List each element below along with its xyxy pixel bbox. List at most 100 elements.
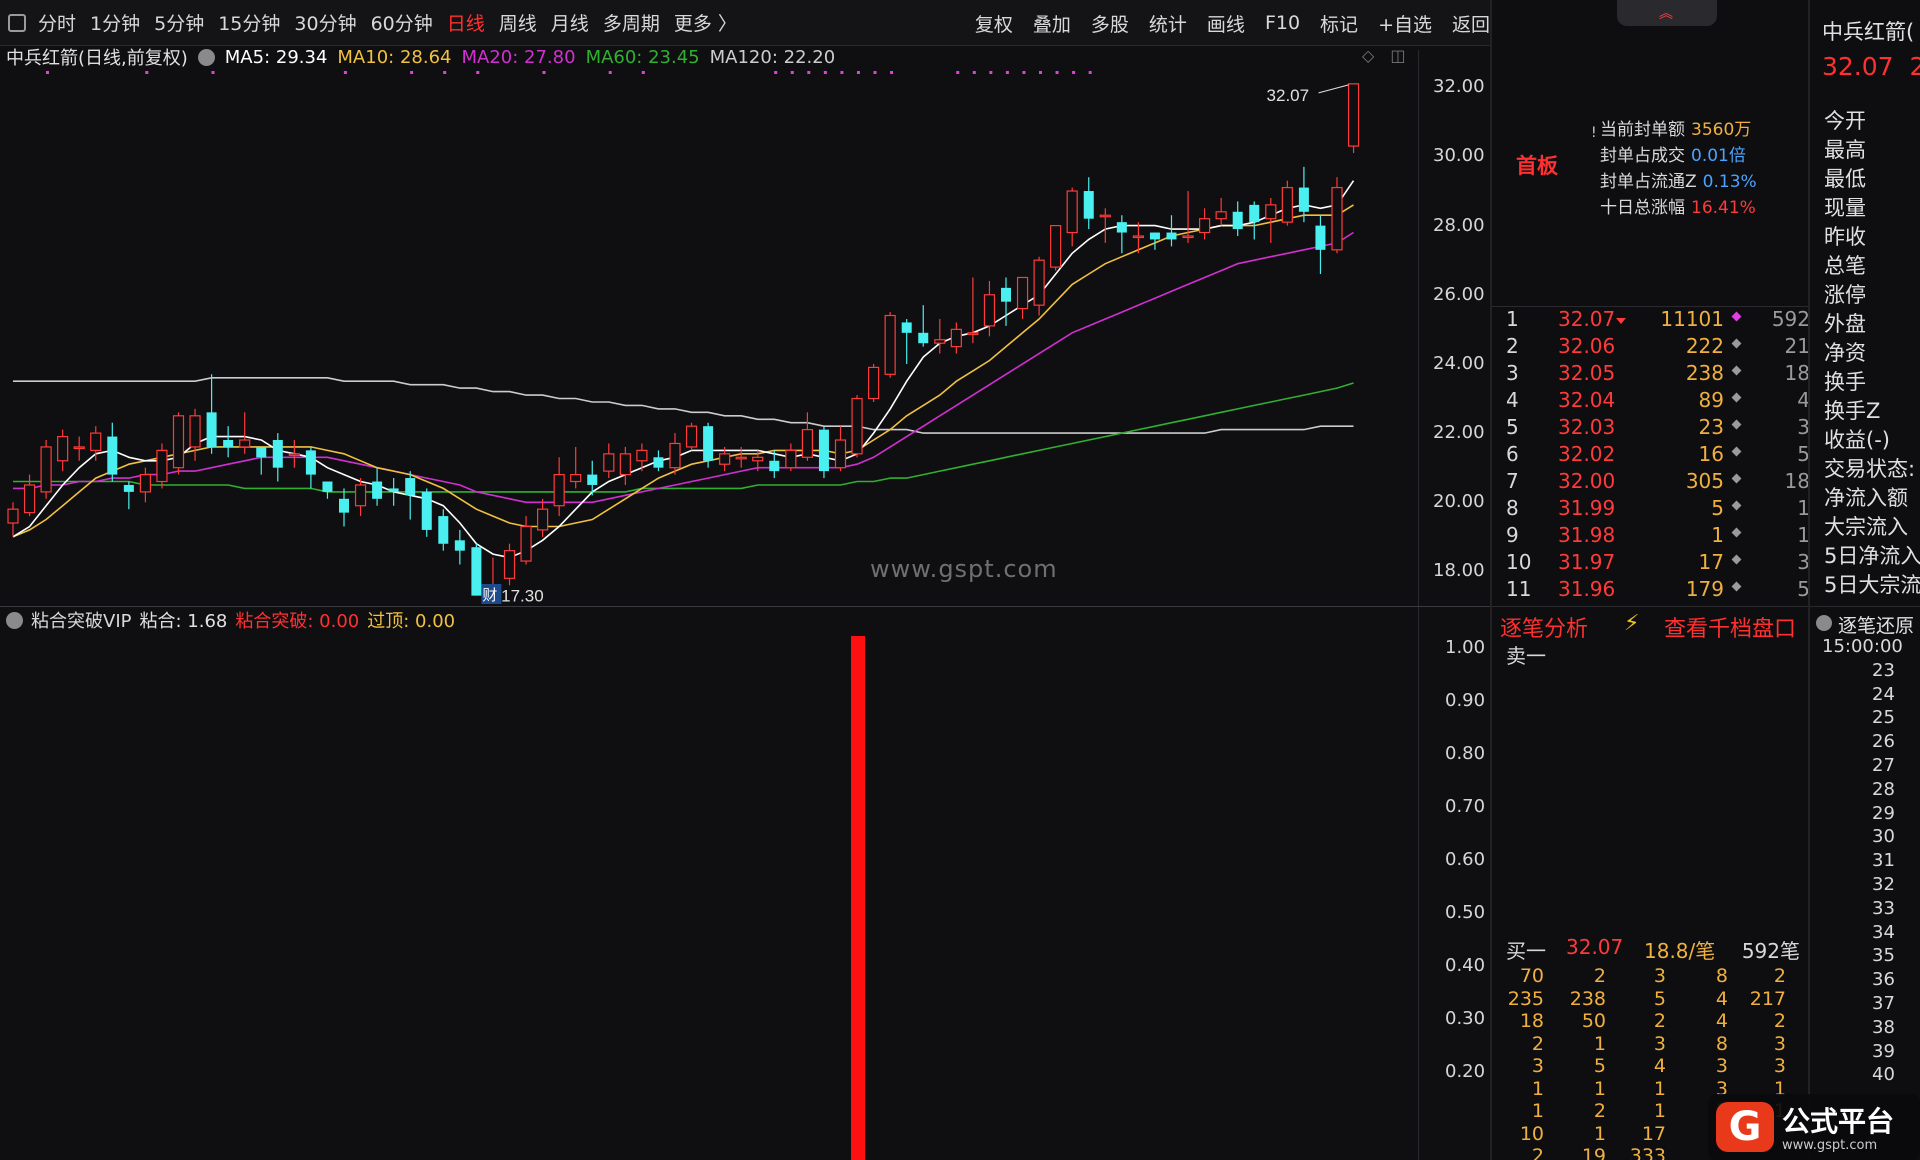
tab-period-1min[interactable]: 1分钟 [90, 9, 140, 36]
tick-restore-toggle-icon[interactable] [1816, 615, 1832, 631]
diamond-icon[interactable]: ◇ [1362, 46, 1374, 65]
candle-body [189, 415, 201, 448]
seal-amount-label: 当前封单额 [1600, 120, 1685, 140]
candle-body [801, 429, 814, 458]
book-count: 18 [1784, 469, 1810, 493]
order-book-row[interactable]: 7 32.00 305 18 [1492, 469, 1810, 496]
order-book-row[interactable]: 2 32.06 222 21 [1492, 334, 1810, 361]
adjust-button[interactable]: 复权 [975, 10, 1013, 37]
candle-body [918, 332, 929, 344]
indicator-name[interactable]: 粘合突破VIP [31, 607, 131, 633]
queue-row: 70 2 3 8 2 [1492, 965, 1810, 988]
tab-period-30min[interactable]: 30分钟 [294, 9, 356, 36]
settings-dropdown-icon[interactable] [197, 48, 215, 66]
order-book-row[interactable]: 8 31.99 5 1 [1492, 496, 1810, 523]
candle-body [1215, 211, 1227, 220]
diamond-icon [1731, 473, 1742, 484]
order-book-row[interactable]: 10 31.97 17 3 [1492, 550, 1810, 577]
ten-day-value: 16.41% [1691, 198, 1756, 218]
candle-body [454, 540, 465, 551]
tab-period-more[interactable]: 更多 〉 [674, 9, 737, 36]
queue-cell: 5 [1653, 987, 1666, 1010]
tick-time: 38 [1872, 1016, 1895, 1038]
stats-button[interactable]: 统计 [1149, 10, 1187, 37]
ma20-line [13, 231, 1354, 504]
candle-body [305, 450, 316, 475]
order-book-row[interactable]: 6 32.02 16 5 [1492, 442, 1810, 469]
buy1-label: 买一 [1506, 939, 1546, 963]
book-price: 31.96 [1558, 577, 1616, 601]
tick-analysis-header: 逐笔分析 ⚡ 查看千档盘口 [1492, 606, 1810, 642]
queue-cell: 3 [1531, 1055, 1544, 1077]
indicator-tick: 1.00 [1445, 637, 1486, 658]
tick-time: 36 [1872, 969, 1895, 991]
collapse-tab[interactable]: ︽ [1617, 0, 1717, 26]
indicator-chart[interactable] [0, 632, 1418, 1160]
book-level: 6 [1506, 442, 1519, 466]
nianhe-value: 粘合: 1.68 [139, 611, 228, 632]
candle-body [256, 446, 267, 458]
back-button[interactable]: 返回 [1452, 10, 1490, 37]
price-tick: 32.00 [1433, 76, 1485, 98]
chart-area: 分时 1分钟 5分钟 15分钟 30分钟 60分钟 日线 周线 月线 多周期 更… [0, 0, 1490, 1160]
tab-period-15min[interactable]: 15分钟 [218, 9, 280, 36]
order-book-row[interactable]: 1 32.07 11101 592 [1492, 307, 1810, 334]
tab-period-weekly[interactable]: 周线 [499, 9, 537, 36]
queue-cell: 217 [1749, 987, 1786, 1010]
queue-cell: 1 [1653, 1100, 1666, 1122]
multi-stock-button[interactable]: 多股 [1091, 10, 1129, 37]
tick-analysis-tab[interactable]: 逐笔分析 [1500, 611, 1588, 643]
tick-time: 28 [1872, 778, 1895, 800]
tab-period-monthly[interactable]: 月线 [551, 9, 589, 36]
stock-detail-panel: 中兵红箭( 32.07 2. 今开最高最低现量昨收总笔涨停外盘净资换手换手Z 收益… [1808, 0, 1920, 1160]
tab-period-daily[interactable]: 日线 [447, 9, 485, 36]
order-book-row[interactable]: 3 32.05 238 18 [1492, 361, 1810, 388]
view-depth-button[interactable]: 查看千档盘口 [1664, 611, 1796, 643]
tab-period-60min[interactable]: 60分钟 [371, 9, 433, 36]
tab-period-intraday[interactable]: 分时 [38, 9, 76, 36]
candle-body [223, 440, 234, 447]
high-price-label: 32.07 [1267, 86, 1310, 105]
book-level: 4 [1506, 388, 1519, 412]
candle-body [354, 484, 367, 507]
indicator-tick: 0.70 [1445, 796, 1486, 817]
overlay-button[interactable]: 叠加 [1033, 10, 1071, 37]
candle-body [1016, 276, 1029, 310]
queue-cell: 1 [1593, 1122, 1606, 1145]
ma5-value: MA5: 29.34 [224, 46, 328, 68]
mark-button[interactable]: 标记 [1320, 10, 1358, 37]
stat-label: 今开 [1824, 109, 1866, 133]
tab-period-5min[interactable]: 5分钟 [154, 9, 204, 36]
book-volume: 1 [1711, 523, 1724, 547]
indicator-legend: 粘合突破VIP 粘合: 1.68 粘合突破: 0.00 过顶: 0.00 [6, 607, 455, 633]
candle-body [669, 442, 681, 469]
window-icon[interactable]: ◫ [1390, 46, 1405, 65]
tick-time: 39 [1872, 1040, 1895, 1062]
indicator-settings-icon[interactable] [6, 611, 23, 629]
candle-body [1249, 204, 1260, 223]
tick-time: 34 [1872, 921, 1895, 943]
candle-body [785, 449, 797, 469]
queue-cell: 1 [1593, 1032, 1606, 1055]
order-book-row[interactable]: 9 31.98 1 1 [1492, 523, 1810, 550]
f10-button[interactable]: F10 [1265, 12, 1300, 34]
logo-url: www.gspt.com [1782, 1138, 1878, 1153]
tab-period-multi[interactable]: 多周期 [603, 9, 660, 36]
candle-body [339, 498, 349, 513]
limit-up-badge: 首板 [1516, 154, 1558, 178]
tick-restore-label[interactable]: 逐笔还原 [1838, 611, 1914, 638]
indicator-tick: 0.30 [1445, 1008, 1486, 1029]
breakout-signal-bar [851, 636, 866, 1160]
draw-button[interactable]: 画线 [1207, 10, 1245, 37]
price-tick: 22.00 [1433, 422, 1485, 444]
add-watchlist-button[interactable]: +自选 [1378, 10, 1432, 37]
order-book-row[interactable]: 4 32.04 89 4 [1492, 388, 1810, 415]
candlestick-chart[interactable]: 32.07← 17.30财 [0, 70, 1418, 606]
panel-toggle-icon[interactable] [8, 13, 26, 32]
order-book-row[interactable]: 11 31.96 179 5 [1492, 577, 1810, 604]
book-volume: 5 [1711, 496, 1724, 520]
order-book-row[interactable]: 5 32.03 23 3 [1492, 415, 1810, 442]
signal-dot [1005, 71, 1009, 74]
candle-body [405, 478, 416, 496]
book-level: 9 [1506, 523, 1519, 547]
